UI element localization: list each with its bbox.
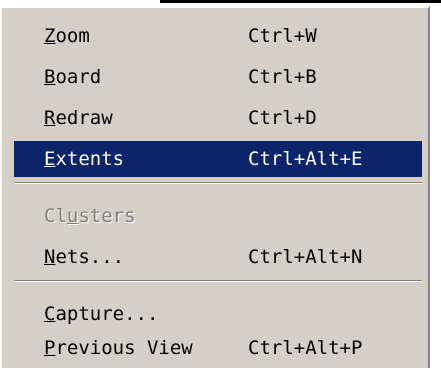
menu-item-previous-view[interactable]: Previous View Ctrl+Alt+P	[14, 330, 422, 366]
view-menu: Zoom Ctrl+W Board Ctrl+B Redraw Ctrl+D E…	[0, 6, 430, 368]
menu-item-redraw[interactable]: Redraw Ctrl+D	[14, 100, 422, 136]
mnemonic-letter: E	[44, 148, 56, 170]
menu-item-board[interactable]: Board Ctrl+B	[14, 59, 422, 95]
label-text: oard	[55, 66, 102, 88]
menu-item-clusters: Clusters	[14, 198, 422, 234]
menu-item-label: Zoom	[44, 18, 90, 54]
menu-item-label: Redraw	[44, 100, 113, 136]
menu-item-label: Extents	[44, 141, 124, 177]
label-text: revious View	[55, 337, 193, 359]
window-edge-line	[160, 0, 441, 3]
menu-item-label: Capture...	[44, 296, 158, 332]
menu-item-shortcut: Ctrl+D	[248, 107, 317, 129]
label-text: oom	[55, 25, 90, 47]
label-text: Cl	[44, 205, 67, 227]
label-text: edraw	[55, 107, 113, 129]
menu-item-shortcut: Ctrl+Alt+N	[248, 246, 363, 268]
menu-item-label: Previous View	[44, 330, 193, 366]
menu-item-shortcut: Ctrl+Alt+E	[248, 148, 363, 170]
label-text: apture...	[55, 303, 159, 325]
menu-item-shortcut: Ctrl+W	[248, 25, 317, 47]
screen: Zoom Ctrl+W Board Ctrl+B Redraw Ctrl+D E…	[0, 0, 441, 368]
menu-item-shortcut: Ctrl+Alt+P	[248, 337, 363, 359]
menu-item-extents[interactable]: Extents Ctrl+Alt+E	[14, 141, 422, 177]
label-text: xtents	[55, 148, 125, 170]
mnemonic-letter: C	[44, 303, 56, 325]
label-text: sters	[78, 205, 136, 227]
menu-item-zoom[interactable]: Zoom Ctrl+W	[14, 18, 422, 54]
menu-separator	[14, 182, 422, 184]
menu-item-label: Clusters	[44, 198, 136, 234]
label-text: ets...	[55, 246, 125, 268]
mnemonic-letter: Z	[44, 25, 56, 47]
menu-separator	[14, 280, 422, 282]
mnemonic-letter: R	[44, 107, 56, 129]
mnemonic-letter: P	[44, 337, 56, 359]
mnemonic-letter: N	[44, 246, 56, 268]
menu-item-shortcut: Ctrl+B	[248, 66, 317, 88]
menu-item-label: Nets...	[44, 239, 124, 275]
menu-item-capture[interactable]: Capture...	[14, 296, 422, 332]
menu-item-nets[interactable]: Nets... Ctrl+Alt+N	[14, 239, 422, 275]
menu-item-label: Board	[44, 59, 101, 95]
mnemonic-letter: B	[44, 66, 56, 88]
mnemonic-letter: u	[66, 205, 79, 227]
